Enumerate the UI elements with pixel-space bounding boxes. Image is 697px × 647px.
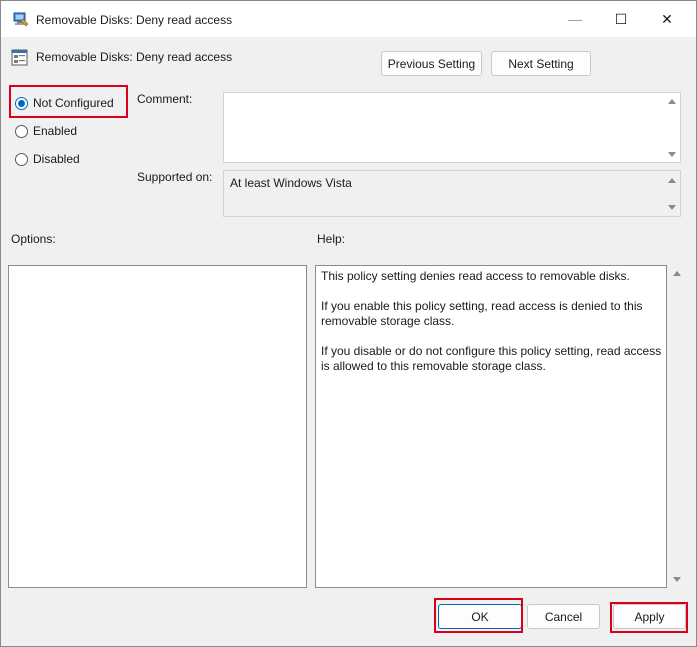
highlight-apply <box>610 602 688 633</box>
radio-button[interactable] <box>15 124 28 138</box>
supported-on-value: At least Windows Vista <box>230 176 352 190</box>
help-panel: This policy setting denies read access t… <box>315 265 667 588</box>
help-label: Help: <box>317 232 346 246</box>
scroll-up-icon[interactable] <box>668 99 676 104</box>
highlight-ok <box>434 598 523 633</box>
next-setting-button[interactable]: Next Setting <box>491 51 591 76</box>
radio-button[interactable] <box>15 152 28 166</box>
help-text: This policy setting denies read access t… <box>321 269 666 389</box>
scroll-down-icon[interactable] <box>673 577 681 582</box>
maximize-button[interactable]: ☐ <box>598 1 644 37</box>
help-paragraph: If you enable this policy setting, read … <box>321 299 643 328</box>
window-title: Removable Disks: Deny read access <box>36 13 233 27</box>
radio-disabled[interactable]: Disabled <box>15 152 80 166</box>
setting-title: Removable Disks: Deny read access <box>36 50 233 64</box>
policy-setting-icon <box>11 49 28 66</box>
scroll-down-icon[interactable] <box>668 205 676 210</box>
policy-editor-icon <box>13 12 29 27</box>
options-label: Options: <box>11 232 56 246</box>
comment-field[interactable] <box>223 92 681 163</box>
help-paragraph: If you disable or do not configure this … <box>321 344 662 373</box>
highlight-not-configured <box>9 85 128 118</box>
radio-enabled[interactable]: Enabled <box>15 124 77 138</box>
supported-on-field: At least Windows Vista <box>223 170 681 217</box>
scroll-down-icon[interactable] <box>668 152 676 157</box>
previous-setting-button[interactable]: Previous Setting <box>381 51 482 76</box>
help-scrollbar[interactable] <box>668 265 686 588</box>
comment-label: Comment: <box>137 92 193 106</box>
scroll-up-icon[interactable] <box>668 178 676 183</box>
cancel-button[interactable]: Cancel <box>527 604 600 629</box>
policy-dialog: Removable Disks: Deny read access — ☐ ✕ … <box>0 0 697 647</box>
options-panel <box>8 265 307 588</box>
help-paragraph: This policy setting denies read access t… <box>321 269 630 283</box>
scroll-up-icon[interactable] <box>673 271 681 276</box>
minimize-button[interactable]: — <box>552 1 598 37</box>
radio-label: Disabled <box>33 152 80 166</box>
title-bar[interactable]: Removable Disks: Deny read access — ☐ ✕ <box>1 1 696 37</box>
radio-label: Enabled <box>33 124 78 138</box>
supported-on-label: Supported on: <box>137 170 213 184</box>
close-button[interactable]: ✕ <box>644 1 690 37</box>
